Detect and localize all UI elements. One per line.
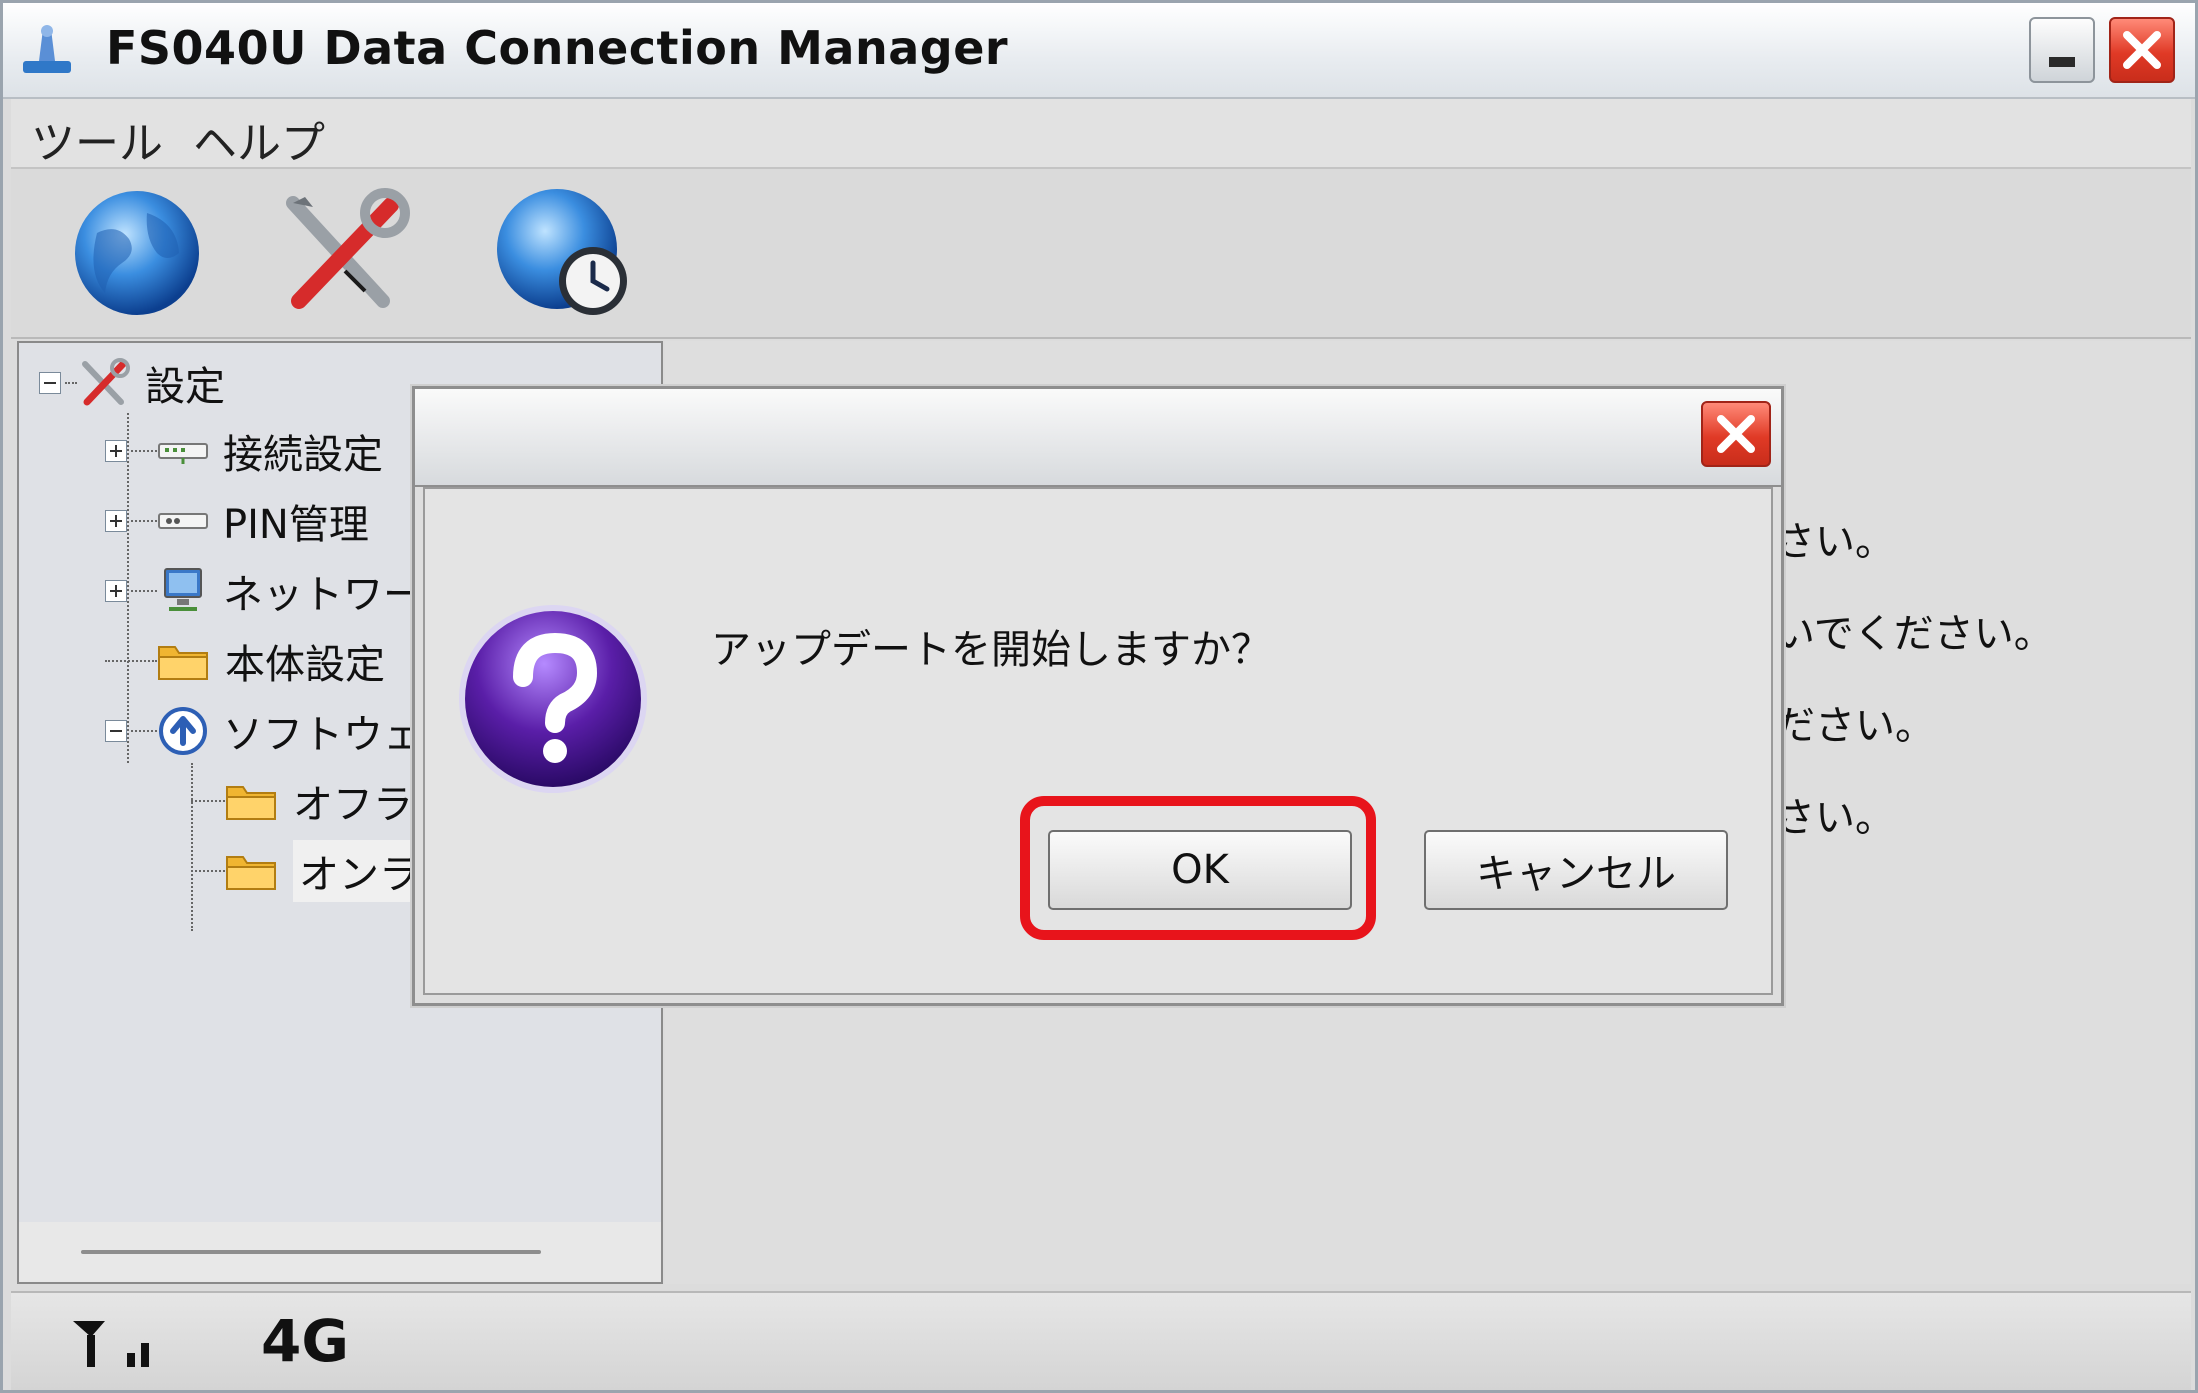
globe-icon[interactable] xyxy=(67,183,207,323)
folder-icon xyxy=(158,646,208,680)
tree-item-connection-settings[interactable]: 接続設定 xyxy=(105,421,383,481)
close-icon xyxy=(2123,31,2161,69)
tree-label: ネットワー xyxy=(223,572,423,618)
app-icon xyxy=(23,25,71,73)
tree-item-device-settings[interactable]: 本体設定 xyxy=(105,631,385,691)
tools-icon[interactable] xyxy=(273,183,413,323)
folder-icon xyxy=(226,786,276,820)
menu-tools[interactable]: ツール xyxy=(31,107,163,171)
info-text-line: さい。 xyxy=(1775,519,1895,565)
collapse-icon[interactable] xyxy=(105,720,127,742)
tools-icon xyxy=(82,358,130,406)
minimize-button[interactable] xyxy=(2029,17,2095,83)
scrollbar-thumb[interactable] xyxy=(81,1250,541,1254)
toolbar xyxy=(11,169,2191,339)
tree-label: 本体設定 xyxy=(225,642,385,688)
minimize-icon xyxy=(2049,57,2075,67)
tree-item-software[interactable]: ソフトウェア xyxy=(105,701,463,761)
tree-item-offline-update[interactable]: オフラ xyxy=(191,771,413,831)
pin-device-icon xyxy=(158,513,208,529)
status-bar: 4G xyxy=(11,1291,2191,1390)
menu-help[interactable]: ヘルプ xyxy=(193,107,325,171)
globe-clock-icon[interactable] xyxy=(493,183,633,323)
upload-circle-icon xyxy=(159,707,207,755)
tree-label: 設定 xyxy=(145,364,225,410)
tree-item-settings[interactable]: 設定 xyxy=(39,353,225,413)
dialog-title-bar xyxy=(415,389,1781,487)
cancel-button[interactable]: キャンセル xyxy=(1424,830,1728,910)
computer-icon xyxy=(164,568,202,611)
dialog-close-button[interactable] xyxy=(1701,401,1771,467)
tree-label: オフラ xyxy=(293,782,413,828)
tree-item-pin-management[interactable]: PIN管理 xyxy=(105,491,369,551)
expand-icon[interactable] xyxy=(105,440,127,462)
expand-icon[interactable] xyxy=(105,510,127,532)
tree-label: 接続設定 xyxy=(223,432,383,478)
menu-bar: ツール ヘルプ xyxy=(11,99,2191,169)
highlight-box xyxy=(1020,796,1376,940)
window-title: FS040U Data Connection Manager xyxy=(106,21,1009,75)
dialog-message: アップデートを開始しますか？ xyxy=(711,627,1271,673)
close-button[interactable] xyxy=(2109,17,2175,83)
tree-item-network[interactable]: ネットワー xyxy=(105,561,423,621)
title-bar: FS040U Data Connection Manager xyxy=(3,3,2195,99)
horizontal-scrollbar[interactable] xyxy=(19,1222,661,1282)
folder-icon xyxy=(226,856,276,890)
info-text-line: いでください。 xyxy=(1775,611,2054,657)
info-text-line: さい。 xyxy=(1775,795,1895,841)
info-text-line: ださい。 xyxy=(1775,703,1935,749)
tree-label: オンラ xyxy=(293,840,425,902)
signal-strength-icon xyxy=(73,1321,149,1367)
question-icon xyxy=(459,605,647,793)
tree-item-online-update[interactable]: オンラ xyxy=(191,840,425,902)
tree-label: PIN管理 xyxy=(223,502,369,548)
network-type-label: 4G xyxy=(261,1307,349,1375)
expand-icon[interactable] xyxy=(105,580,127,602)
close-icon xyxy=(1717,415,1755,453)
collapse-icon[interactable] xyxy=(39,372,61,394)
network-device-icon xyxy=(158,443,208,464)
